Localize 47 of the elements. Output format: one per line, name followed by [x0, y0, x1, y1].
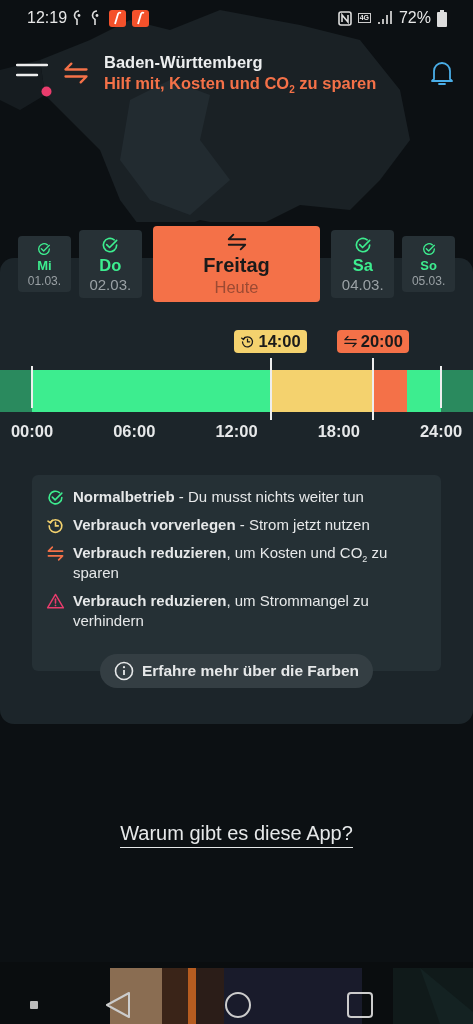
- day-tab[interactable]: So 05.03.: [402, 236, 455, 292]
- check-circle-icon: [100, 235, 121, 255]
- app-icon: [109, 9, 127, 27]
- clock-history-icon: [46, 516, 65, 535]
- home-icon[interactable]: [224, 991, 252, 1019]
- nfc-icon: [337, 10, 352, 26]
- status-message: Hilf mit, Kosten und CO$_{2}$ zu sparen: [104, 74, 378, 93]
- recent-apps-icon[interactable]: [346, 991, 374, 1019]
- timeline-segment: [406, 370, 441, 412]
- day-tab[interactable]: Do 02.03.: [78, 230, 142, 298]
- day-tab[interactable]: Mi 01.03.: [18, 236, 71, 292]
- clock-history-icon: [240, 334, 256, 349]
- legend-text: Normalbetrieb - Du musst nichts weiter tun: [73, 487, 364, 507]
- swap-arrows-icon: [225, 231, 248, 253]
- day-tab[interactable]: Sa 04.03.: [331, 230, 395, 298]
- time-marker: 20:00: [336, 330, 409, 353]
- swap-arrows-icon: [62, 59, 90, 87]
- check-circle-icon: [420, 240, 437, 257]
- app-icon: [132, 9, 150, 27]
- time-label: 00:00: [9, 422, 55, 441]
- bell-icon[interactable]: [429, 59, 455, 87]
- legend-text: Verbrauch reduzieren, um Kosten und CO$_{2}$ zu sparen: [73, 543, 389, 583]
- time-label: 18:00: [316, 422, 361, 441]
- about-link[interactable]: Warum gibt es diese App?: [120, 822, 353, 848]
- legend-text: Verbrauch vorverlegen - Strom jetzt nutzen: [73, 515, 370, 535]
- time-label: 12:00: [214, 422, 259, 441]
- time-label: 24:00: [418, 422, 464, 441]
- small-square-icon: [30, 1001, 38, 1009]
- time-label: 06:00: [112, 422, 157, 441]
- swap-arrows-icon: [46, 544, 65, 563]
- check-circle-icon: [36, 240, 53, 257]
- battery-level: 72%: [398, 9, 431, 27]
- time-marker: 14:00: [234, 330, 307, 353]
- battery-icon: [437, 9, 447, 27]
- clock-time: 12:19: [27, 9, 68, 27]
- back-icon[interactable]: [105, 991, 131, 1019]
- warning-icon: [46, 592, 65, 611]
- menu-icon[interactable]: [16, 63, 48, 77]
- check-circle-icon: [46, 488, 65, 507]
- info-icon: [113, 661, 134, 681]
- legend-text: Verbrauch reduzieren, um Strommangel zu verhindern: [73, 591, 370, 631]
- swap-arrows-icon: [342, 334, 358, 349]
- day-tab[interactable]: Freitag Heute: [152, 226, 321, 302]
- location-dot: [41, 86, 52, 97]
- signal-icon: [376, 11, 393, 25]
- info-button[interactable]: Erfahre mehr über die Farben: [99, 654, 374, 688]
- region-title: Baden-Württemberg: [104, 53, 264, 72]
